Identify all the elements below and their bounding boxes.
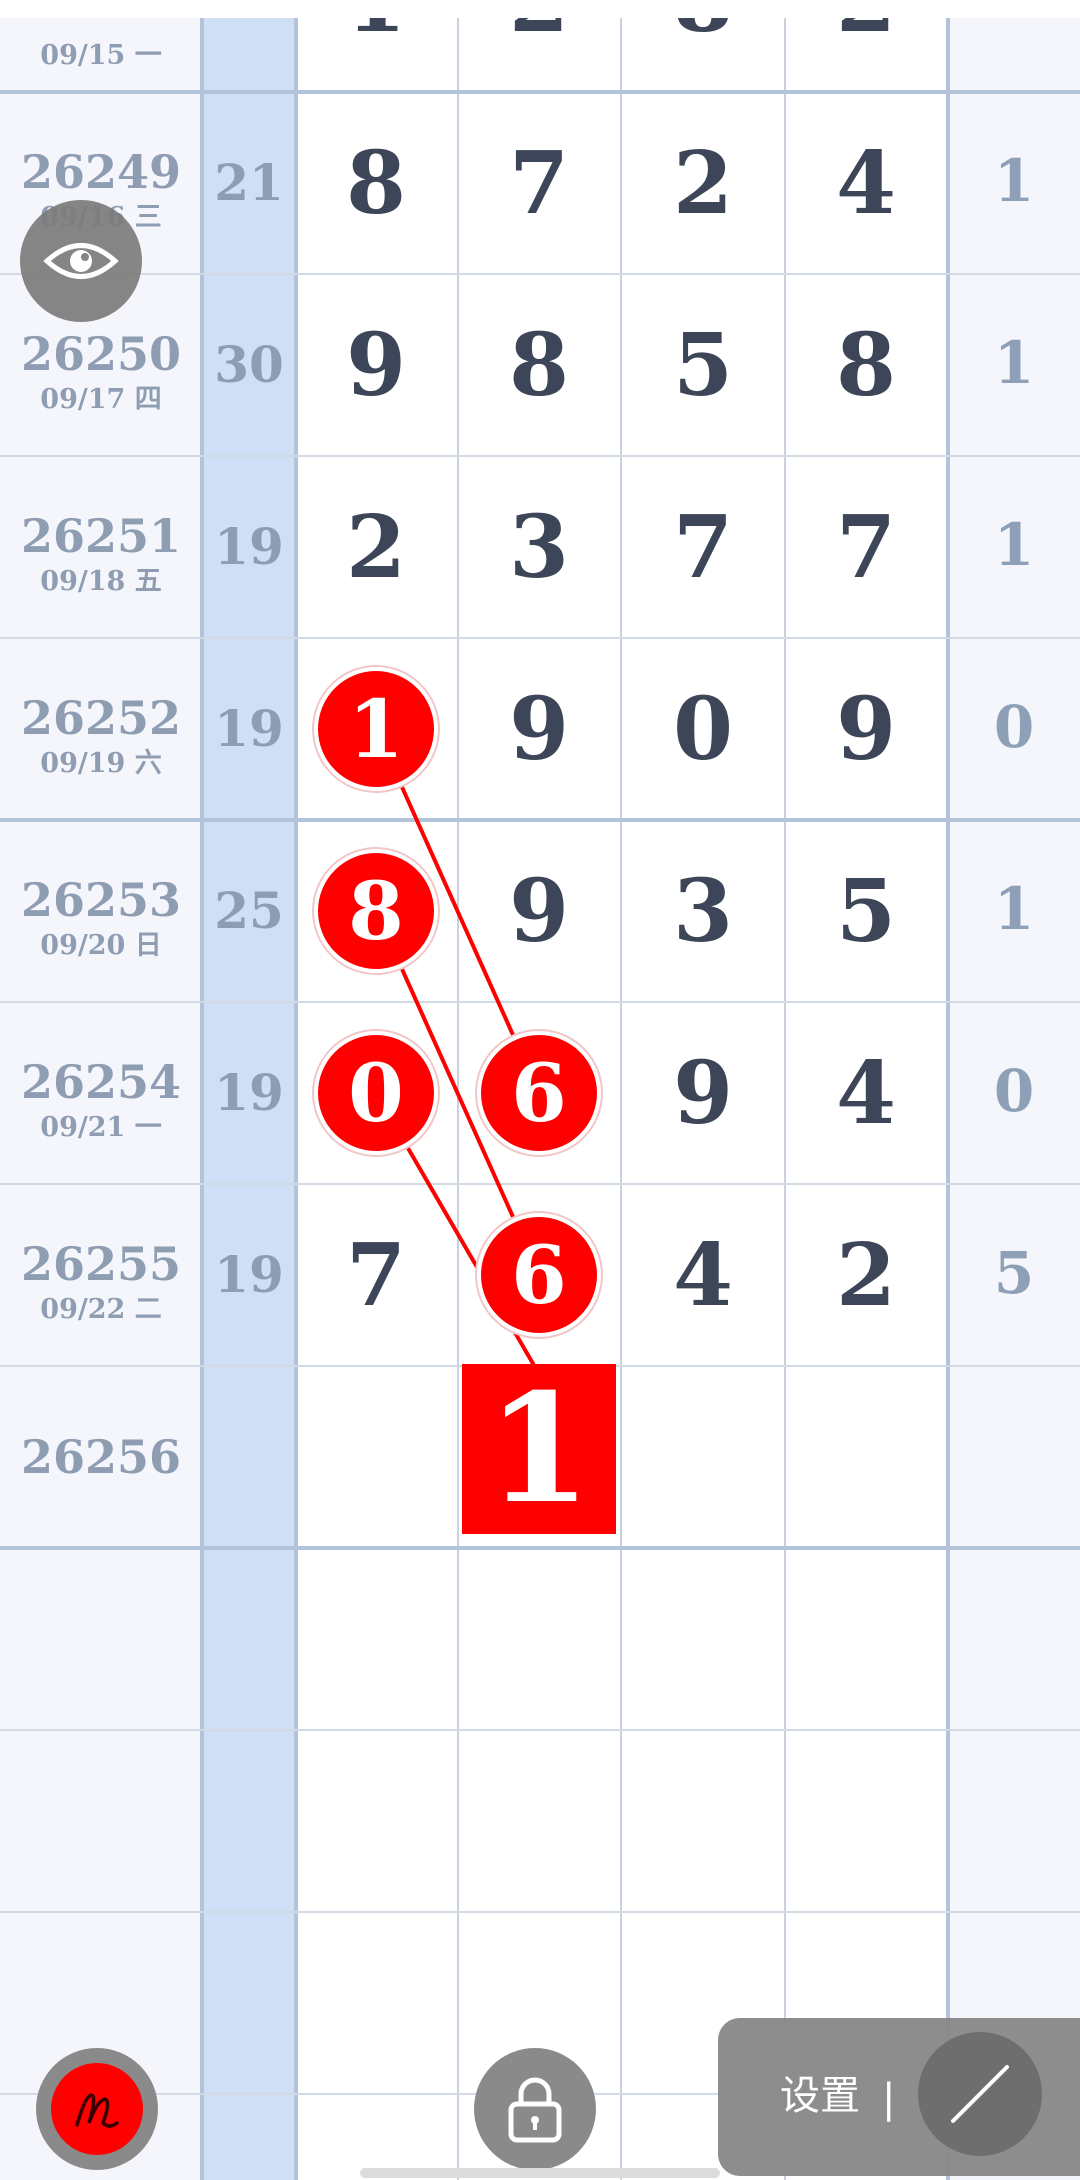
digit-value: 2 (346, 496, 406, 598)
draw-date: 09/20 日 (40, 930, 162, 961)
issue-number: 26254 (20, 1055, 182, 1109)
sum-value: 19 (214, 699, 284, 758)
issue-number: 26250 (20, 327, 182, 381)
digit-cell[interactable]: 9 (457, 820, 621, 1002)
issue-number: 26251 (20, 509, 182, 563)
digit-value: 4 (836, 132, 896, 234)
digit-value: 8 (509, 314, 569, 416)
digit-value: 5 (836, 860, 896, 962)
right-value: 0 (993, 1057, 1035, 1125)
digit-cell[interactable]: 2 (294, 456, 458, 638)
right-value: 1 (993, 329, 1035, 397)
top-strip (0, 0, 1080, 18)
lock-icon (508, 2077, 562, 2143)
right-value: 1 (993, 875, 1035, 943)
digit-cell[interactable]: 7 (457, 92, 621, 274)
highlighted-digit-ball[interactable]: 6 (477, 1031, 601, 1155)
right-value: 0 (993, 693, 1035, 761)
digit-cell[interactable]: 8 (784, 274, 948, 456)
digit-value: 4 (673, 1224, 733, 1326)
eye-icon (43, 243, 119, 279)
digit-value: 8 (836, 314, 896, 416)
sum-value: 19 (214, 1245, 284, 1304)
highlighted-digit-ball[interactable]: 1 (314, 667, 438, 791)
right-value: 1 (993, 147, 1035, 215)
draw-date: 09/15 一 (40, 40, 162, 71)
home-indicator (360, 2168, 720, 2178)
settings-button[interactable]: 设置 (780, 2068, 860, 2124)
digit-value: 9 (509, 860, 569, 962)
issue-number: 26249 (20, 145, 182, 199)
prediction-box[interactable]: 1 (462, 1361, 616, 1537)
pen-icon (75, 2093, 119, 2128)
draw-line-button[interactable] (918, 2032, 1042, 2156)
digit-cell[interactable]: 7 (294, 1184, 458, 1366)
digit-value: 5 (673, 314, 733, 416)
issue-number: 26256 (20, 1430, 182, 1484)
lock-button[interactable] (474, 2048, 596, 2170)
digit-value: 9 (346, 314, 406, 416)
digit-value: 2 (673, 132, 733, 234)
draw-date: 09/19 六 (40, 748, 162, 779)
digit-cell[interactable]: 9 (784, 638, 948, 820)
digit-cell[interactable]: 0 (621, 638, 785, 820)
highlighted-digit-ball[interactable]: 0 (314, 1031, 438, 1155)
digit-cell[interactable]: 5 (621, 274, 785, 456)
digit-value: 7 (509, 132, 569, 234)
draw-date: 09/21 一 (40, 1112, 162, 1143)
digit-value: 2 (836, 1224, 896, 1326)
digit-cell[interactable]: 4 (784, 92, 948, 274)
issue-number: 26255 (20, 1237, 182, 1291)
right-value: 1 (993, 511, 1035, 579)
sum-value: 30 (214, 335, 284, 394)
digit-value: 8 (346, 132, 406, 234)
digit-value: 9 (673, 1042, 733, 1144)
digit-value: 7 (346, 1224, 406, 1326)
digit-cell[interactable]: 7 (784, 456, 948, 638)
eye-toggle-button[interactable] (20, 200, 142, 322)
draw-date: 09/22 二 (40, 1294, 162, 1325)
draw-date: 09/17 四 (40, 384, 162, 415)
highlighted-digit-ball[interactable]: 6 (477, 1213, 601, 1337)
sum-value: 25 (214, 881, 284, 940)
digit-value: 0 (673, 678, 733, 780)
digit-cell[interactable]: 2 (784, 1184, 948, 1366)
digit-cell[interactable]: 5 (784, 820, 948, 1002)
sum-value: 21 (214, 153, 284, 212)
draw-date: 09/18 五 (40, 566, 162, 597)
digit-cell[interactable]: 9 (294, 274, 458, 456)
digit-value: 9 (836, 678, 896, 780)
issue-number: 26252 (20, 691, 182, 745)
pen-tool-inner (51, 2063, 143, 2155)
highlighted-digit-ball[interactable]: 8 (314, 849, 438, 973)
sum-value: 19 (214, 517, 284, 576)
digit-cell[interactable]: 8 (294, 92, 458, 274)
digit-cell[interactable]: 9 (621, 1002, 785, 1184)
digit-value: 9 (509, 678, 569, 780)
digit-cell[interactable]: 9 (457, 638, 621, 820)
right-value: 5 (993, 1239, 1035, 1307)
settings-separator: | (882, 2076, 896, 2122)
sum-value: 19 (214, 1063, 284, 1122)
digit-value: 7 (673, 496, 733, 598)
lottery-chart-screen: 09/15 一12822624909/16 三21187242625009/17… (0, 0, 1080, 2180)
draw-line-icon (951, 2065, 1009, 2123)
digit-value: 4 (836, 1042, 896, 1144)
digit-cell[interactable]: 4 (784, 1002, 948, 1184)
digit-cell[interactable]: 3 (457, 456, 621, 638)
issue-number: 26253 (20, 873, 182, 927)
digit-cell[interactable]: 3 (621, 820, 785, 1002)
digit-cell[interactable]: 4 (621, 1184, 785, 1366)
digit-value: 7 (836, 496, 896, 598)
digit-cell[interactable]: 2 (621, 92, 785, 274)
digit-cell[interactable]: 8 (457, 274, 621, 456)
digit-cell[interactable]: 7 (621, 456, 785, 638)
digit-value: 3 (673, 860, 733, 962)
pen-tool-button[interactable] (36, 2048, 158, 2170)
digit-value: 3 (509, 496, 569, 598)
